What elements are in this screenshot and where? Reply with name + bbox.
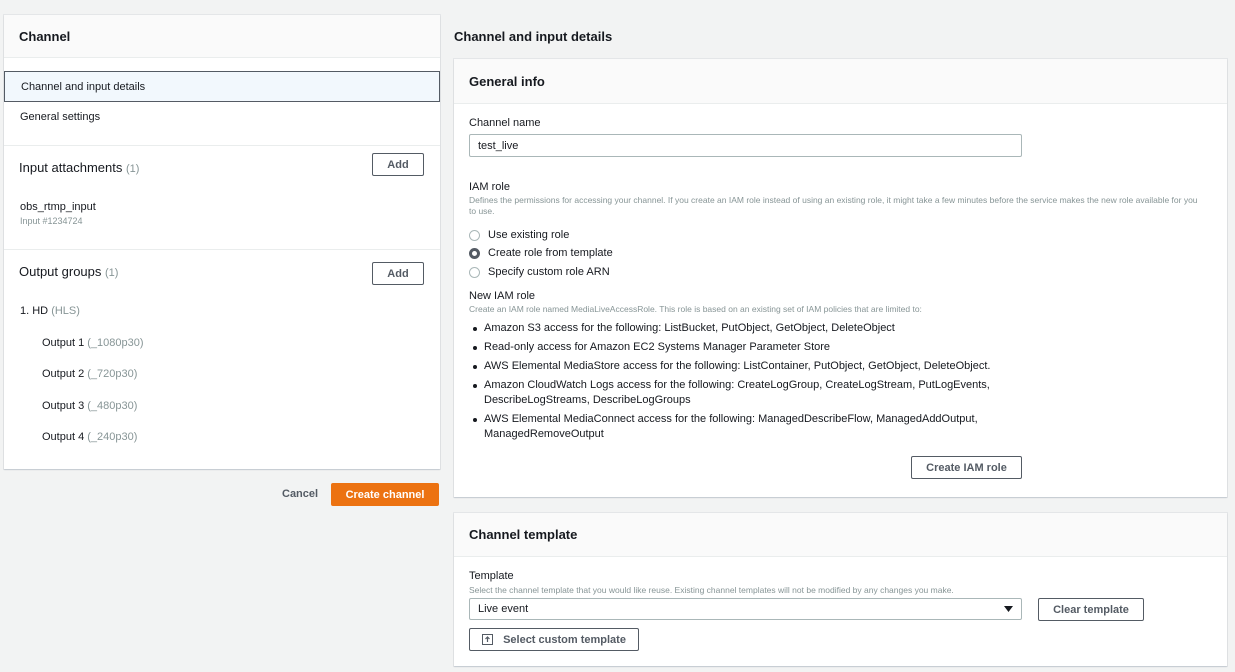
output-item[interactable]: Output 4 (_240p30)	[42, 431, 137, 443]
output-item[interactable]: Output 2 (_720p30)	[42, 368, 137, 380]
upload-icon	[482, 634, 494, 645]
channel-name-input[interactable]: test_live	[469, 134, 1022, 157]
template-description: Select the channel template that you wou…	[469, 585, 954, 595]
radio-label: Specify custom role ARN	[488, 266, 610, 278]
divider	[4, 249, 440, 250]
input-attachment-item[interactable]: obs_rtmp_input Input #1234724	[20, 201, 96, 226]
create-channel-button[interactable]: Create channel	[331, 483, 439, 506]
cancel-label: Cancel	[282, 488, 319, 500]
output-name: Output 2	[42, 368, 85, 380]
input-name: obs_rtmp_input	[20, 201, 96, 213]
cancel-button[interactable]: Cancel	[282, 488, 318, 500]
output-name: Output 4	[42, 431, 85, 443]
create-channel-label: Create channel	[345, 488, 425, 501]
channel-panel-title: Channel	[19, 28, 71, 44]
divider	[4, 145, 440, 146]
nav-channel-input-details[interactable]: Channel and input details	[4, 71, 440, 102]
input-attachments-count: (1)	[125, 163, 140, 175]
general-info-title: General info	[469, 73, 545, 89]
list-item: Amazon CloudWatch Logs access for the fo…	[469, 378, 1009, 408]
create-iam-role-button[interactable]: Create IAM role	[911, 456, 1022, 479]
radio-use-existing-role[interactable]: Use existing role	[469, 229, 569, 241]
output-suffix: (_480p30)	[87, 400, 138, 412]
channel-template-title: Channel template	[469, 527, 578, 542]
output-group-item[interactable]: 1. HD (HLS)	[20, 305, 80, 317]
new-iam-role-description: Create an IAM role named MediaLiveAccess…	[469, 304, 922, 314]
output-item[interactable]: Output 3 (_480p30)	[42, 400, 137, 412]
input-attachments-title: Input attachments (1)	[19, 160, 139, 175]
output-groups-title: Output groups (1)	[19, 264, 118, 279]
list-item: Read-only access for Amazon EC2 Systems …	[469, 340, 1009, 355]
output-groups-count: (1)	[105, 267, 119, 279]
radio-circle[interactable]	[469, 266, 480, 278]
radio-label: Use existing role	[488, 229, 570, 241]
add-output-group-button[interactable]: Add	[372, 262, 424, 285]
iam-role-description: Defines the permissions for accessing yo…	[469, 195, 1198, 216]
nav-label: General settings	[20, 110, 101, 123]
select-custom-template-label: Select custom template	[503, 633, 626, 646]
input-id: Input #1234724	[20, 216, 83, 226]
radio-label: Create role from template	[488, 247, 613, 259]
nav-general-settings[interactable]: General settings	[4, 101, 440, 132]
radio-circle[interactable]	[469, 229, 480, 241]
output-group-type: (HLS)	[51, 305, 80, 317]
radio-create-from-template[interactable]: Create role from template	[469, 247, 613, 259]
page-title: Channel and input details	[454, 29, 613, 44]
clear-template-button[interactable]: Clear template	[1038, 598, 1144, 621]
output-group-name: 1. HD	[20, 305, 49, 317]
channel-panel-header: Channel	[4, 15, 440, 58]
channel-nav-panel: Channel Channel and input details Genera…	[4, 15, 440, 469]
add-input-button[interactable]: Add	[372, 153, 424, 176]
output-name: Output 1	[42, 337, 85, 349]
template-label: Template	[469, 570, 514, 582]
output-name: Output 3	[42, 400, 85, 412]
output-suffix: (_240p30)	[87, 431, 138, 443]
iam-role-label: IAM role	[469, 181, 510, 193]
output-item[interactable]: Output 1 (_1080p30)	[42, 337, 144, 349]
caret-down-icon	[1004, 606, 1013, 612]
output-suffix: (_1080p30)	[87, 337, 144, 349]
template-select[interactable]: Live event	[469, 598, 1022, 620]
input-attachments-label: Input attachments	[19, 160, 123, 175]
add-label: Add	[387, 158, 409, 171]
list-item: AWS Elemental MediaStore access for the …	[469, 359, 1009, 374]
list-item: Amazon S3 access for the following: List…	[469, 321, 1009, 336]
nav-label: Channel and input details	[21, 80, 146, 93]
select-custom-template-button[interactable]: Select custom template	[469, 628, 639, 651]
template-selected-value: Live event	[478, 603, 529, 615]
clear-template-label: Clear template	[1053, 603, 1129, 616]
channel-template-header: Channel template	[454, 513, 1227, 557]
new-iam-role-label: New IAM role	[469, 290, 536, 302]
list-item: AWS Elemental MediaConnect access for th…	[469, 412, 1009, 442]
output-groups-label: Output groups	[19, 264, 102, 279]
iam-policy-list: Amazon S3 access for the following: List…	[469, 321, 1009, 446]
channel-name-value: test_live	[478, 139, 519, 152]
add-label: Add	[387, 267, 409, 280]
general-info-header: General info	[454, 59, 1227, 104]
output-suffix: (_720p30)	[87, 368, 138, 380]
channel-name-label: Channel name	[469, 117, 541, 129]
radio-custom-role-arn[interactable]: Specify custom role ARN	[469, 266, 610, 278]
create-iam-role-label: Create IAM role	[926, 461, 1007, 474]
radio-circle-selected[interactable]	[469, 247, 480, 259]
